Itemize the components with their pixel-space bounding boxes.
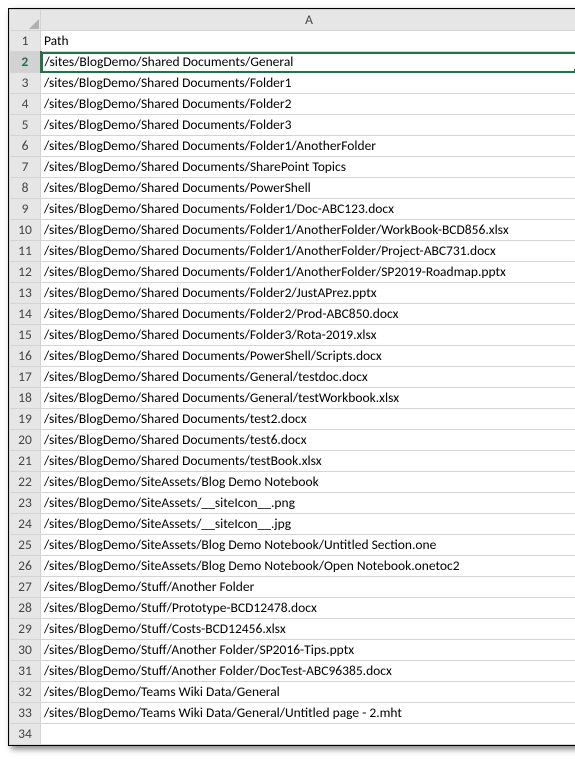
row-header[interactable]: 3 (10, 73, 41, 94)
data-cell[interactable]: /sites/BlogDemo/SiteAssets/__siteIcon__.… (41, 493, 575, 514)
data-cell[interactable]: /sites/BlogDemo/Shared Documents/General… (41, 367, 575, 388)
data-cell[interactable]: /sites/BlogDemo/Stuff/Prototype-BCD12478… (41, 598, 575, 619)
row-header[interactable]: 17 (10, 367, 41, 388)
row-header[interactable]: 7 (10, 157, 41, 178)
row-header[interactable]: 13 (10, 283, 41, 304)
data-cell[interactable]: /sites/BlogDemo/Shared Documents/test2.d… (41, 409, 575, 430)
data-cell[interactable]: /sites/BlogDemo/Shared Documents/test6.d… (41, 430, 575, 451)
data-cell[interactable]: /sites/BlogDemo/Shared Documents/Folder2… (41, 283, 575, 304)
row-header[interactable]: 29 (10, 619, 41, 640)
row-header[interactable]: 21 (10, 451, 41, 472)
data-cell[interactable]: /sites/BlogDemo/Stuff/Another Folder (41, 577, 575, 598)
data-cell[interactable]: /sites/BlogDemo/SiteAssets/__siteIcon__.… (41, 514, 575, 535)
data-cell[interactable]: /sites/BlogDemo/SiteAssets/Blog Demo Not… (41, 556, 575, 577)
grid-table[interactable]: A1Path2/sites/BlogDemo/Shared Documents/… (9, 9, 575, 745)
row-header[interactable]: 20 (10, 430, 41, 451)
row-header[interactable]: 26 (10, 556, 41, 577)
row-header[interactable]: 2 (10, 52, 41, 73)
row-header[interactable]: 28 (10, 598, 41, 619)
spreadsheet: A1Path2/sites/BlogDemo/Shared Documents/… (8, 8, 575, 746)
row-header[interactable]: 33 (10, 703, 41, 724)
data-cell[interactable]: /sites/BlogDemo/Stuff/Costs-BCD12456.xls… (41, 619, 575, 640)
data-cell[interactable]: /sites/BlogDemo/Shared Documents/Folder2 (41, 94, 575, 115)
data-cell[interactable]: /sites/BlogDemo/Shared Documents/testBoo… (41, 451, 575, 472)
row-header[interactable]: 15 (10, 325, 41, 346)
row-header[interactable]: 1 (10, 31, 41, 52)
row-header[interactable]: 34 (10, 724, 41, 745)
row-header[interactable]: 22 (10, 472, 41, 493)
data-cell[interactable]: /sites/BlogDemo/Shared Documents/Folder3 (41, 115, 575, 136)
data-cell[interactable]: /sites/BlogDemo/SiteAssets/Blog Demo Not… (41, 472, 575, 493)
data-cell[interactable]: /sites/BlogDemo/Stuff/Another Folder/Doc… (41, 661, 575, 682)
data-cell[interactable]: /sites/BlogDemo/Teams Wiki Data/General/… (41, 703, 575, 724)
row-header[interactable]: 16 (10, 346, 41, 367)
row-header[interactable]: 32 (10, 682, 41, 703)
row-header[interactable]: 12 (10, 262, 41, 283)
data-cell[interactable]: /sites/BlogDemo/Stuff/Another Folder/SP2… (41, 640, 575, 661)
row-header[interactable]: 27 (10, 577, 41, 598)
row-header[interactable]: 31 (10, 661, 41, 682)
row-header[interactable]: 5 (10, 115, 41, 136)
grid-body: A1Path2/sites/BlogDemo/Shared Documents/… (10, 10, 575, 745)
select-all-corner[interactable] (10, 10, 41, 31)
data-cell[interactable]: /sites/BlogDemo/Shared Documents/General (41, 52, 575, 73)
row-header[interactable]: 9 (10, 199, 41, 220)
row-header[interactable]: 10 (10, 220, 41, 241)
data-cell[interactable]: /sites/BlogDemo/Teams Wiki Data/General (41, 682, 575, 703)
data-cell[interactable]: /sites/BlogDemo/Shared Documents/Folder1 (41, 73, 575, 94)
data-cell[interactable]: /sites/BlogDemo/Shared Documents/General… (41, 388, 575, 409)
data-cell[interactable]: /sites/BlogDemo/Shared Documents/Folder2… (41, 304, 575, 325)
row-header[interactable]: 19 (10, 409, 41, 430)
data-cell[interactable]: /sites/BlogDemo/Shared Documents/Folder1… (41, 241, 575, 262)
row-header[interactable]: 4 (10, 94, 41, 115)
data-cell[interactable]: /sites/BlogDemo/Shared Documents/SharePo… (41, 157, 575, 178)
row-header[interactable]: 30 (10, 640, 41, 661)
row-header[interactable]: 23 (10, 493, 41, 514)
data-cell[interactable]: /sites/BlogDemo/Shared Documents/Folder1… (41, 136, 575, 157)
row-header[interactable]: 6 (10, 136, 41, 157)
row-header[interactable]: 24 (10, 514, 41, 535)
row-header[interactable]: 14 (10, 304, 41, 325)
column-header-a[interactable]: A (41, 10, 575, 31)
data-cell[interactable]: /sites/BlogDemo/Shared Documents/Folder1… (41, 199, 575, 220)
data-cell[interactable]: /sites/BlogDemo/Shared Documents/Folder1… (41, 262, 575, 283)
empty-cell[interactable] (41, 724, 575, 745)
row-header[interactable]: 11 (10, 241, 41, 262)
row-header[interactable]: 8 (10, 178, 41, 199)
row-header[interactable]: 25 (10, 535, 41, 556)
row-header[interactable]: 18 (10, 388, 41, 409)
data-cell[interactable]: /sites/BlogDemo/Shared Documents/PowerSh… (41, 346, 575, 367)
data-cell[interactable]: /sites/BlogDemo/Shared Documents/PowerSh… (41, 178, 575, 199)
data-cell[interactable]: /sites/BlogDemo/Shared Documents/Folder3… (41, 325, 575, 346)
data-cell[interactable]: /sites/BlogDemo/Shared Documents/Folder1… (41, 220, 575, 241)
header-cell-path[interactable]: Path (41, 31, 575, 52)
data-cell[interactable]: /sites/BlogDemo/SiteAssets/Blog Demo Not… (41, 535, 575, 556)
